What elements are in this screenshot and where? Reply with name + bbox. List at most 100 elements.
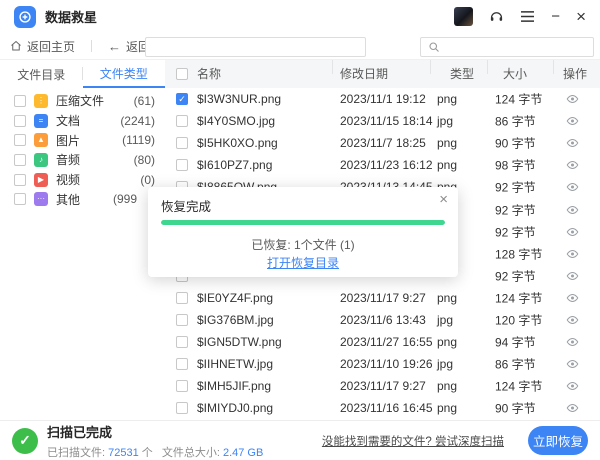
table-row[interactable]: $IMH5JIF.png2023/11/17 9:27png124 字节 <box>165 375 600 397</box>
deep-scan-link[interactable]: 没能找到需要的文件? 尝试深度扫描 <box>322 433 504 449</box>
file-name: $IIHNETW.jpg <box>197 357 273 371</box>
tab-separator <box>82 67 83 80</box>
preview-eye-icon[interactable] <box>566 137 579 149</box>
preview-eye-icon[interactable] <box>566 292 579 304</box>
preview-eye-icon[interactable] <box>566 380 579 392</box>
preview-eye-icon[interactable] <box>566 336 579 348</box>
file-name: $I610PZ7.png <box>197 158 272 172</box>
row-checkbox[interactable] <box>176 115 188 127</box>
table-row[interactable]: $IMIYDJ0.png2023/11/16 16:45png90 字节 <box>165 397 600 419</box>
column-date: 修改日期 <box>340 60 388 88</box>
preview-eye-icon[interactable] <box>566 358 579 370</box>
file-type-checkbox[interactable] <box>14 193 26 205</box>
preview-eye-icon[interactable] <box>566 159 579 171</box>
recovery-complete-dialog: 恢复完成 × 已恢复: 1个文件 (1) 打开恢复目录 <box>148 187 458 277</box>
file-size: 90 字节 <box>495 135 536 152</box>
select-all-checkbox[interactable] <box>176 68 188 80</box>
file-type-item[interactable]: ▲图片(1119) <box>0 130 165 150</box>
file-size: 92 字节 <box>495 179 536 196</box>
preview-eye-icon[interactable] <box>566 93 579 105</box>
file-name: $IGN5DTW.png <box>197 335 282 349</box>
preview-eye-icon[interactable] <box>566 402 579 414</box>
column-size: 大小 <box>503 60 527 88</box>
tab-file-directory[interactable]: 文件目录 <box>0 60 83 88</box>
table-row[interactable]: ✓$I3W3NUR.png2023/11/1 19:12png124 字节 <box>165 88 600 110</box>
file-modified-date: 2023/11/17 9:27 <box>340 379 426 393</box>
row-checkbox[interactable] <box>176 292 188 304</box>
row-checkbox[interactable] <box>176 358 188 370</box>
table-row[interactable]: $IE0YZ4F.png2023/11/17 9:27png124 字节 <box>165 287 600 309</box>
file-type-label: 文档 <box>56 112 80 129</box>
file-modified-date: 2023/11/16 16:45 <box>340 401 433 415</box>
file-type-count: (0) <box>113 173 155 187</box>
preview-eye-icon[interactable] <box>566 181 579 193</box>
file-type: png <box>437 158 457 172</box>
menu-icon[interactable] <box>520 10 535 23</box>
row-checkbox[interactable] <box>176 336 188 348</box>
table-header: 名称 修改日期 类型 大小 操作 <box>165 60 600 88</box>
back-button[interactable]: ← 返回 <box>108 38 150 55</box>
table-row[interactable]: $I4Y0SMO.jpg2023/11/15 18:14jpg86 字节 <box>165 110 600 132</box>
file-type-list: ⋮压缩文件(61)=文档(2241)▲图片(1119)♪音频(80)▶视频(0)… <box>0 91 165 209</box>
table-row[interactable]: $I5HK0XO.png2023/11/7 18:25png90 字节 <box>165 132 600 154</box>
status-bar: ✓ 扫描已完成 已扫描文件: 72531 个 文件总大小: 2.47 GB 没能… <box>0 420 600 460</box>
table-row[interactable]: $I610PZ7.png 2023/11/23 16:12 png 98 字节 <box>165 154 600 176</box>
minimize-icon[interactable]: − <box>551 9 560 24</box>
path-input[interactable] <box>145 37 366 57</box>
file-type-checkbox[interactable] <box>14 115 26 127</box>
file-modified-date: 2023/11/23 16:12 <box>340 158 433 172</box>
preview-eye-icon[interactable] <box>566 314 579 326</box>
preview-eye-icon[interactable] <box>566 248 579 260</box>
preview-eye-icon[interactable] <box>566 226 579 238</box>
file-type: png <box>437 401 457 415</box>
file-modified-date: 2023/11/10 19:26 <box>340 357 433 371</box>
row-checkbox[interactable]: ✓ <box>176 93 188 105</box>
file-modified-date: 2023/11/7 18:25 <box>340 136 426 150</box>
file-type-item[interactable]: =文档(2241) <box>0 111 165 131</box>
open-recovery-folder-link[interactable]: 打开恢复目录 <box>267 256 339 270</box>
file-type-label: 其他 <box>56 191 80 208</box>
file-type-checkbox[interactable] <box>14 95 26 107</box>
recovery-progress-fill <box>161 220 445 225</box>
file-type: png <box>437 136 457 150</box>
app-title: 数据救星 <box>45 7 97 26</box>
row-checkbox[interactable] <box>176 380 188 392</box>
tab-file-type[interactable]: 文件类型 <box>83 60 166 88</box>
file-type-item[interactable]: ♪音频(80) <box>0 150 165 170</box>
headset-support-icon[interactable] <box>489 9 504 24</box>
file-size: 98 字节 <box>495 157 536 174</box>
file-size: 92 字节 <box>495 223 536 240</box>
recover-now-button[interactable]: 立即恢复 <box>528 426 588 455</box>
search-field[interactable] <box>420 37 594 57</box>
user-avatar[interactable] <box>454 7 473 26</box>
file-modified-date: 2023/11/1 19:12 <box>340 92 426 106</box>
file-type-item[interactable]: ⋮压缩文件(61) <box>0 91 165 111</box>
file-type: jpg <box>437 357 453 371</box>
file-type-checkbox[interactable] <box>14 174 26 186</box>
file-name: $IMH5JIF.png <box>197 379 271 393</box>
file-type-label: 视频 <box>56 171 80 188</box>
table-row[interactable]: $IGN5DTW.png2023/11/27 16:55png94 字节 <box>165 331 600 353</box>
row-checkbox[interactable] <box>176 137 188 149</box>
file-type-checkbox[interactable] <box>14 134 26 146</box>
table-row[interactable]: $IG376BM.jpg2023/11/6 13:43jpg120 字节 <box>165 309 600 331</box>
file-size: 124 字节 <box>495 91 542 108</box>
file-type-item[interactable]: ▶视频(0) <box>0 170 165 190</box>
close-icon[interactable]: × <box>576 8 586 25</box>
file-type-label: 音频 <box>56 151 80 168</box>
preview-eye-icon[interactable] <box>566 204 579 216</box>
file-type-checkbox[interactable] <box>14 154 26 166</box>
row-checkbox[interactable] <box>176 314 188 326</box>
file-type-count: (2241) <box>113 114 155 128</box>
scanned-count: 72531 <box>108 447 139 459</box>
file-modified-date: 2023/11/6 13:43 <box>340 313 426 327</box>
file-size: 92 字节 <box>495 201 536 218</box>
table-row[interactable]: $IIHNETW.jpg2023/11/10 19:26jpg86 字节 <box>165 353 600 375</box>
dialog-close-icon[interactable]: × <box>439 191 448 208</box>
file-type-item[interactable]: ···其他(999 <box>0 189 165 209</box>
preview-eye-icon[interactable] <box>566 115 579 127</box>
row-checkbox[interactable] <box>176 402 188 414</box>
row-checkbox[interactable] <box>176 159 188 171</box>
preview-eye-icon[interactable] <box>566 270 579 282</box>
back-home-button[interactable]: 返回主页 <box>10 38 75 55</box>
